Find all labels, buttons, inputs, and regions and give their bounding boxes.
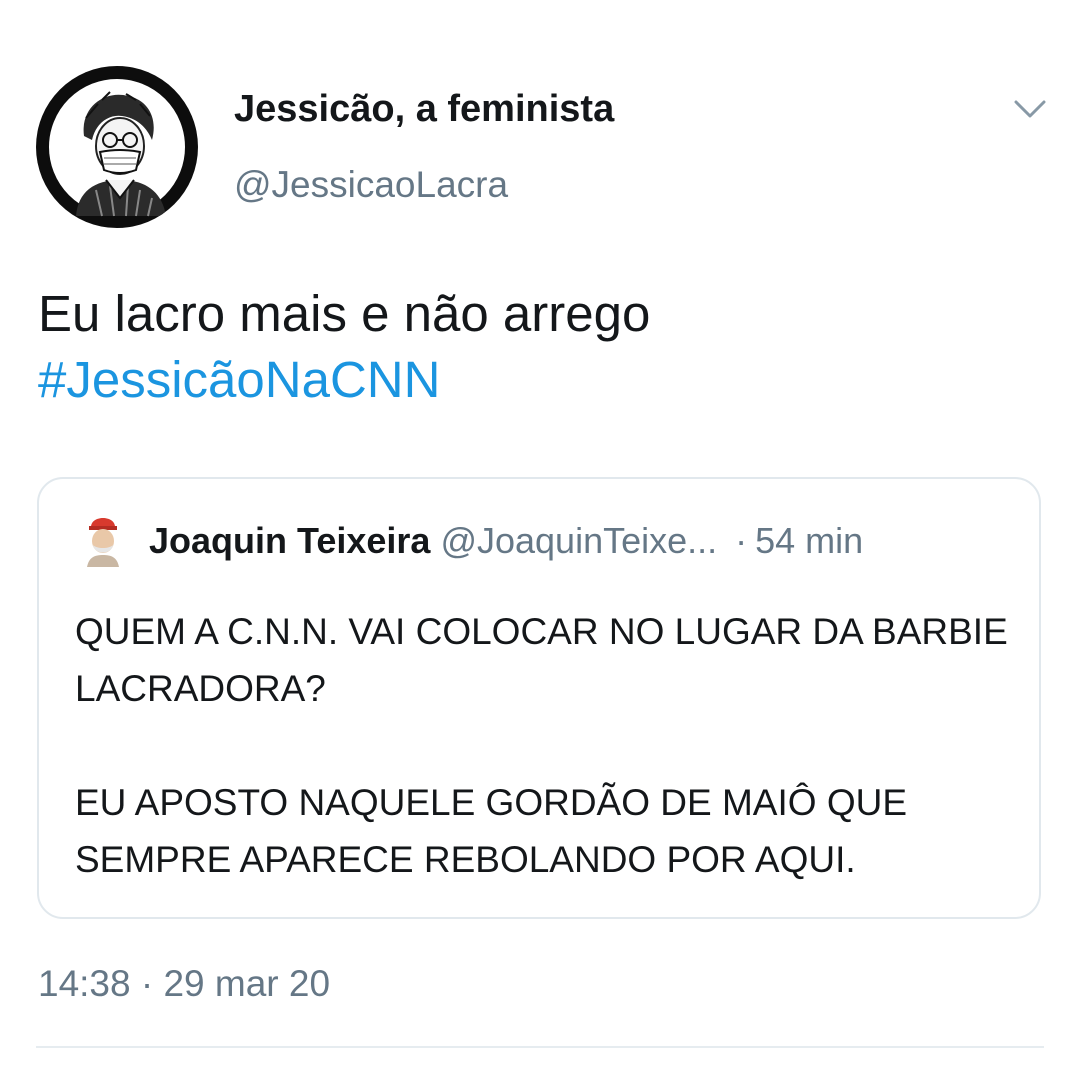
author-avatar[interactable] (36, 66, 198, 228)
quoted-tweet-card[interactable]: Joaquin Teixeira @JoaquinTeixe... · 54 min … (37, 477, 1041, 919)
tweet-body: Eu lacro mais e não arrego (38, 285, 651, 342)
header-separator: · (735, 520, 748, 561)
quoted-tweet-header: Joaquin Teixeira @JoaquinTeixe... · 54 min (149, 520, 863, 562)
tweet-text: Eu lacro mais e não arrego #JessicãoNaCN… (38, 281, 650, 413)
quoted-author-name[interactable]: Joaquin Teixeira (149, 520, 430, 561)
sketch-portrait-icon (47, 77, 187, 217)
red-cap-avatar-icon (83, 509, 123, 567)
tweet-timestamp[interactable]: 14:38 · 29 mar 20 (38, 963, 330, 1005)
quoted-tweet-time[interactable]: 54 min (755, 520, 863, 561)
chevron-down-icon[interactable] (1012, 96, 1048, 122)
author-handle[interactable]: @JessicaoLacra (234, 164, 508, 206)
author-display-name[interactable]: Jessicão, a feminista (234, 88, 614, 131)
quoted-paragraph-1: QUEM A C.N.N. VAI COLOCAR NO LUGAR DA BA… (75, 611, 1008, 709)
hashtag-link[interactable]: #JessicãoNaCNN (38, 347, 650, 413)
quoted-paragraph-2: EU APOSTO NAQUELE GORDÃO DE MAIÔ QUE SEM… (75, 782, 907, 880)
quoted-author-avatar (83, 509, 123, 567)
divider (36, 1046, 1044, 1048)
quoted-author-handle[interactable]: @JoaquinTeixe... (440, 520, 717, 561)
quoted-tweet-body: QUEM A C.N.N. VAI COLOCAR NO LUGAR DA BA… (75, 603, 1015, 888)
